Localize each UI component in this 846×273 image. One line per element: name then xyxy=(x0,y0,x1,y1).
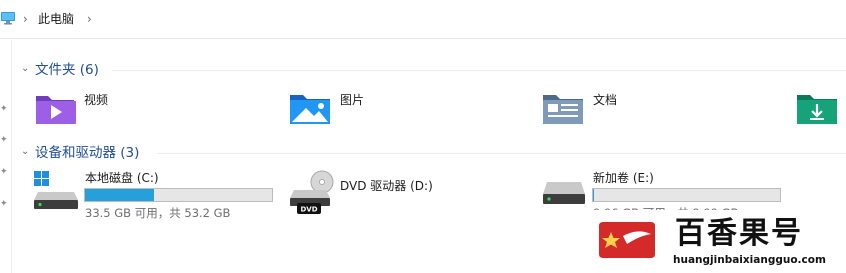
navigation-pane-edge xyxy=(11,40,12,273)
folder-item-downloads[interactable] xyxy=(795,88,846,128)
pin-icon[interactable]: ✦ xyxy=(0,135,10,145)
folder-label-documents: 文档 xyxy=(593,93,618,107)
folder-item-pictures[interactable]: 图片 xyxy=(288,88,488,128)
section-divider xyxy=(157,153,846,154)
folder-item-documents[interactable]: 文档 xyxy=(541,88,741,128)
watermark-title: 百香果号 xyxy=(675,216,803,251)
breadcrumb-chevron-icon[interactable]: › xyxy=(23,12,28,26)
downloads-folder-icon xyxy=(797,95,837,124)
folder-label-videos: 视频 xyxy=(84,93,109,107)
folder-item-videos[interactable]: 视频 xyxy=(34,88,234,128)
drive-usage-bar-e xyxy=(592,188,781,202)
folder-label-pictures: 图片 xyxy=(340,93,365,107)
watermark-logo-icon xyxy=(599,222,655,258)
hard-drive-icon xyxy=(543,182,585,204)
pin-icon[interactable]: ✦ xyxy=(0,104,10,114)
collapse-chevron-icon[interactable]: ⌄ xyxy=(21,63,29,75)
drive-usage-bar-c xyxy=(84,188,273,202)
watermark: 百香果号 huangjinbaixiangguo.com xyxy=(583,210,846,273)
address-bar[interactable] xyxy=(0,0,846,39)
drives-section-title[interactable]: 设备和驱动器 (3) xyxy=(35,145,139,161)
breadcrumb-chevron-icon[interactable]: › xyxy=(87,12,92,26)
drive-usage-fill-e xyxy=(593,189,594,201)
dvd-drive-icon: DVD xyxy=(290,170,334,214)
drive-usage-fill-c xyxy=(85,189,155,201)
drive-label-c: 本地磁盘 (C:) xyxy=(85,171,159,185)
collapse-chevron-icon[interactable]: ⌄ xyxy=(21,146,29,158)
watermark-url: huangjinbaixiangguo.com xyxy=(673,254,826,266)
pin-icon[interactable]: ✦ xyxy=(0,199,10,209)
pin-icon[interactable]: ✦ xyxy=(0,167,10,177)
breadcrumb-this-pc[interactable]: 此电脑 xyxy=(38,11,74,27)
pictures-folder-icon xyxy=(290,95,330,124)
this-pc-icon[interactable] xyxy=(0,11,16,25)
drive-free-space-c: 33.5 GB 可用，共 53.2 GB xyxy=(85,206,231,220)
documents-folder-icon xyxy=(543,95,583,124)
drive-label-d: DVD 驱动器 (D:) xyxy=(340,179,433,193)
drive-item-c[interactable]: 本地磁盘 (C:) 33.5 GB 可用，共 53.2 GB xyxy=(32,168,277,222)
videos-folder-icon xyxy=(36,96,76,124)
windows-drive-icon xyxy=(34,171,78,209)
drive-item-d[interactable]: DVD DVD 驱动器 (D:) xyxy=(288,168,488,222)
section-divider xyxy=(112,70,846,71)
svg-text:DVD: DVD xyxy=(300,206,317,214)
folders-section-title[interactable]: 文件夹 (6) xyxy=(35,62,99,78)
drive-label-e: 新加卷 (E:) xyxy=(593,171,654,185)
